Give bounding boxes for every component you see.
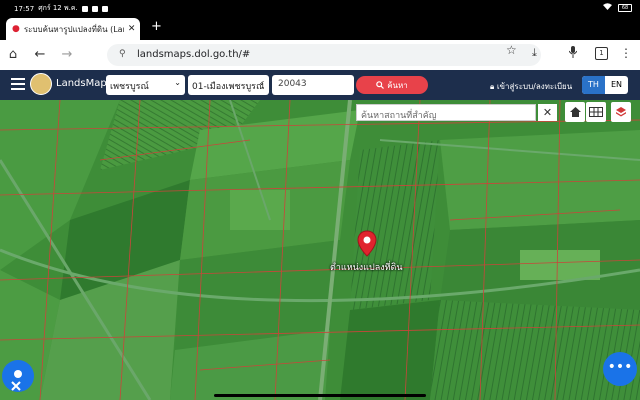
forward-arrow-icon[interactable]: → [59, 47, 75, 62]
close-tab-icon[interactable]: ✕ [128, 24, 136, 34]
place-search-input[interactable]: ค้นหาสถานที่สำคัญ [356, 104, 536, 121]
parcel-number-value: 20043 [278, 79, 307, 89]
url-text: landsmaps.dol.go.th/# [137, 49, 251, 60]
messenger-icon [91, 5, 98, 12]
home-icon[interactable]: ⌂ [5, 47, 21, 62]
download-icon[interactable]: ⤓ [532, 46, 537, 60]
district-select[interactable]: 01-เมืองเพชรบูรณ์ ⌄ [188, 75, 269, 95]
gesture-navigation-bar [214, 394, 426, 397]
login-label: เข้าสู่ระบบ/ลงทะเบียน [496, 82, 573, 91]
place-search-placeholder: ค้นหาสถานที่สำคัญ [361, 111, 437, 121]
more-horizontal-icon: ••• [607, 359, 633, 375]
tools-fab-button[interactable] [2, 360, 34, 392]
satellite-map[interactable] [0, 100, 640, 400]
chevron-down-icon: ⌄ [258, 78, 265, 87]
marker-label: ตำแหน่งแปลงที่ดิน [330, 263, 403, 273]
search-button[interactable]: ค้นหา [356, 76, 428, 94]
dol-logo [30, 73, 52, 95]
search-button-label: ค้นหา [387, 80, 408, 90]
map-pin-icon[interactable] [357, 230, 377, 257]
tab-switcher-button[interactable]: 1 [595, 47, 608, 60]
status-time: 17:57 [14, 4, 35, 13]
province-select[interactable]: เพชรบูรณ์ ⌄ [106, 75, 185, 95]
language-switch: TH EN [582, 76, 628, 94]
lang-th-button[interactable]: TH [582, 76, 605, 94]
notification-icon [81, 5, 88, 12]
more-options-fab-button[interactable]: ••• [603, 352, 637, 386]
province-value: เพชรบูรณ์ [110, 82, 149, 92]
address-bar: ⌂ ← → ⚲ landsmaps.dol.go.th/# ☆ ⤓ 1 ⋮ [0, 40, 640, 70]
grid-icon[interactable] [586, 102, 606, 122]
battery-indicator: 68 [618, 3, 632, 12]
home-view-icon[interactable] [565, 102, 585, 122]
status-date: ศุกร์ 12 พ.ค. [38, 4, 78, 12]
browser-menu-icon[interactable]: ⋮ [620, 46, 632, 60]
url-field[interactable]: ⚲ landsmaps.dol.go.th/# [107, 44, 541, 66]
app-logo-text: LandsMaps [56, 78, 112, 89]
facebook-icon [101, 5, 108, 12]
search-icon [376, 81, 385, 89]
wifi-icon [603, 3, 612, 12]
browser-tab[interactable]: ● ระบบค้นหารูปแปลงที่ดิน (LandsMaps) ✕ [6, 18, 140, 40]
browser-tab-strip: ● ระบบค้นหารูปแปลงที่ดิน (LandsMaps) ✕ [0, 15, 640, 40]
clear-search-icon[interactable]: ✕ [538, 104, 557, 121]
login-link[interactable]: 🔒︎ เข้าสู่ระบบ/ลงทะเบียน [490, 80, 572, 93]
back-arrow-icon[interactable]: ← [32, 47, 48, 62]
tools-icon [11, 370, 22, 391]
map-pin-favicon-icon: ● [12, 24, 20, 34]
chevron-down-icon: ⌄ [174, 78, 181, 87]
lock-icon: 🔒︎ [490, 82, 495, 91]
district-value: 01-เมืองเพชรบูรณ์ [192, 82, 265, 92]
layers-icon[interactable] [611, 102, 631, 122]
site-info-icon[interactable]: ⚲ [119, 49, 126, 59]
parcel-number-input[interactable]: 20043 [272, 75, 354, 95]
new-tab-button[interactable]: + [151, 19, 162, 34]
tab-title: ระบบค้นหารูปแปลงที่ดิน (LandsMaps) [23, 24, 124, 34]
lang-en-button[interactable]: EN [605, 76, 628, 94]
microphone-icon[interactable] [568, 46, 578, 61]
hamburger-menu-icon[interactable] [11, 78, 25, 93]
status-bar: 17:57 ศุกร์ 12 พ.ค. 68 [0, 0, 640, 15]
app-header: LandsMaps เพชรบูรณ์ ⌄ 01-เมืองเพชรบูรณ์ … [0, 70, 640, 100]
bookmark-star-icon[interactable]: ☆ [506, 43, 517, 57]
map-imagery [0, 100, 640, 400]
